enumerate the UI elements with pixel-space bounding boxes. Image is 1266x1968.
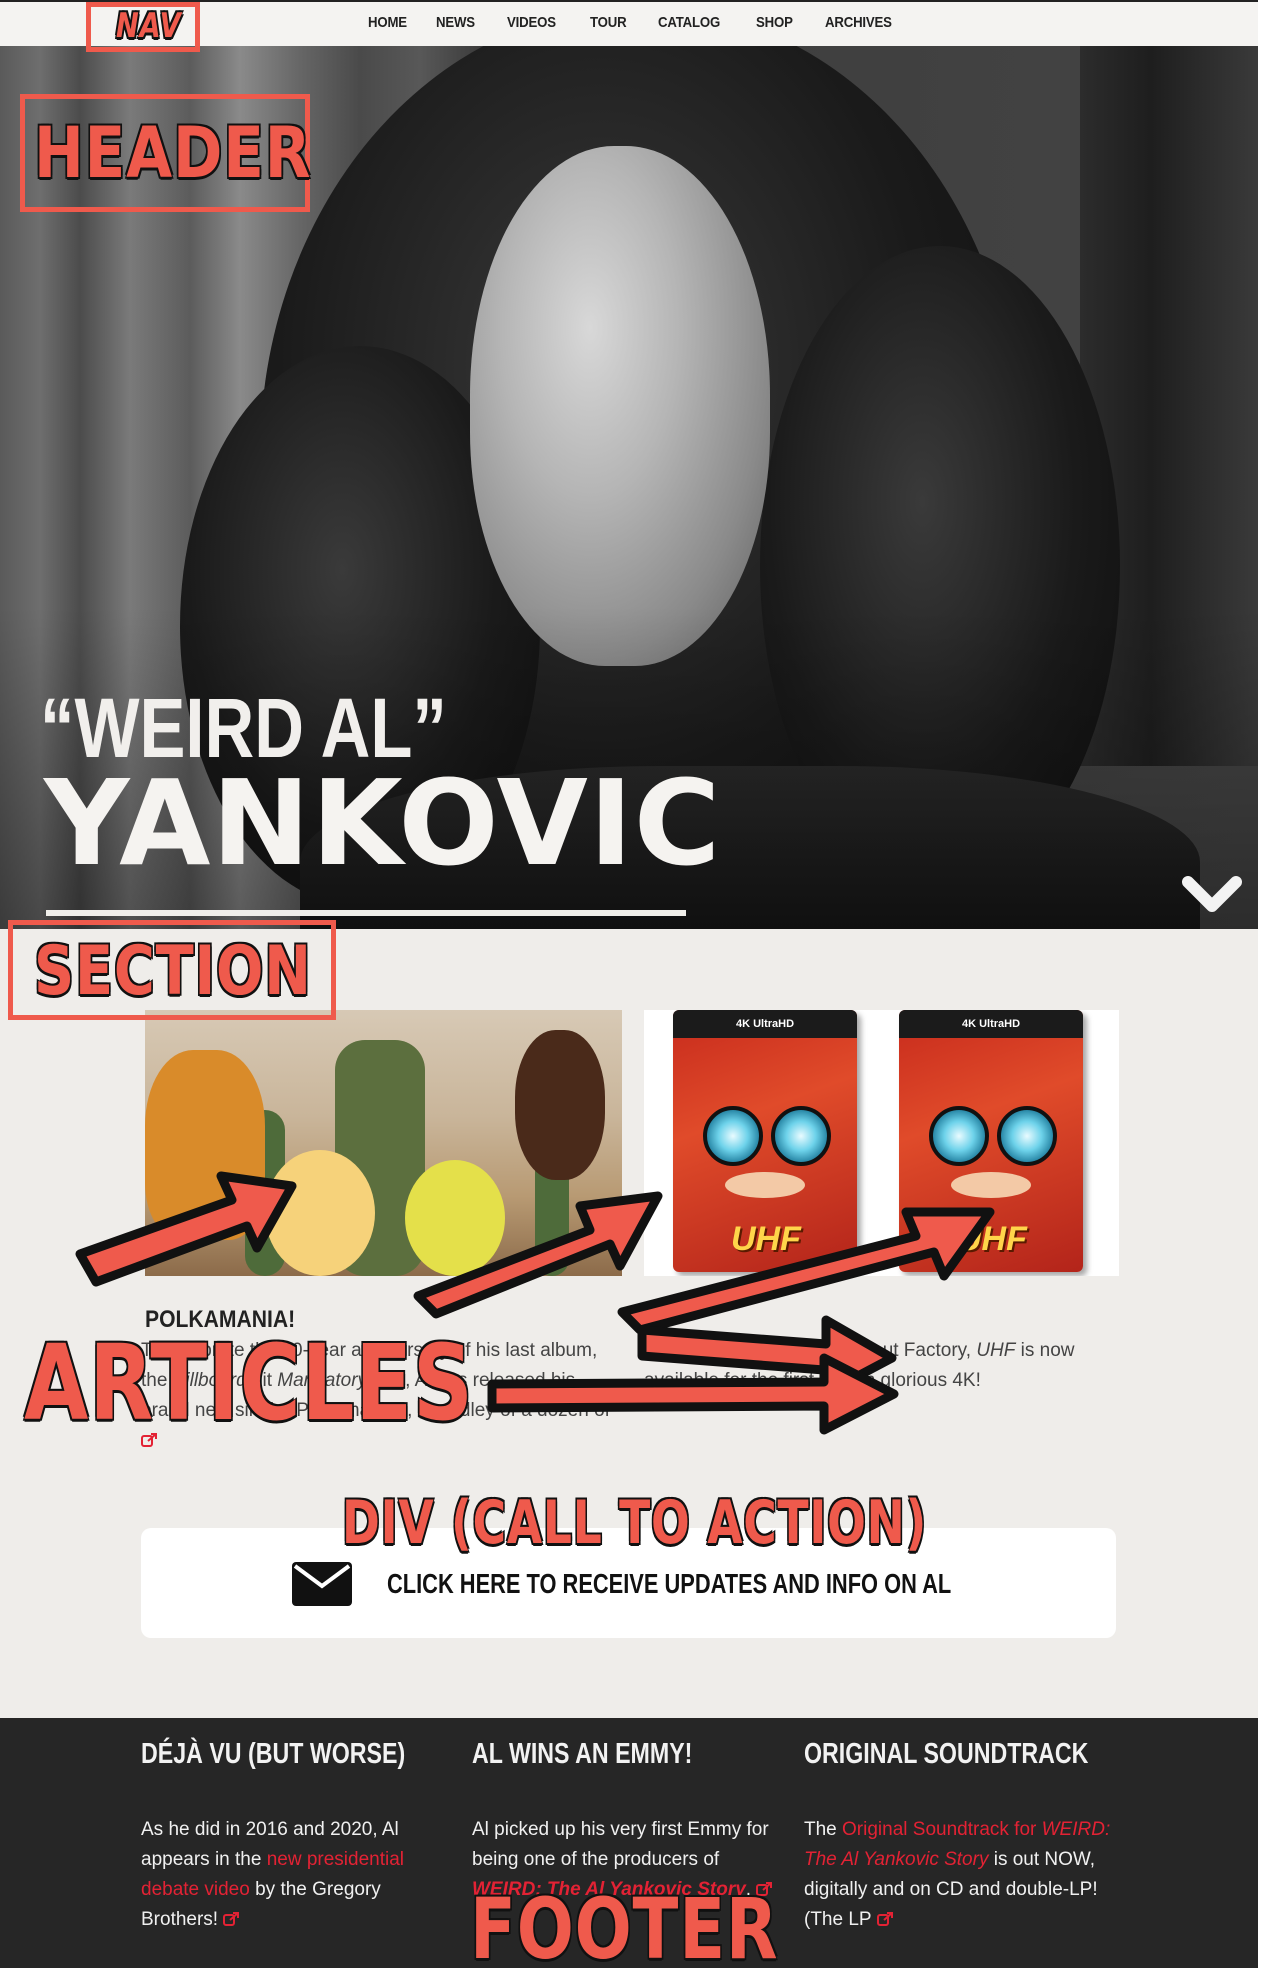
cartoon-character-left bbox=[145, 1050, 265, 1240]
annotation-nav-label: NAV bbox=[116, 6, 182, 46]
article-text-italic: UHF bbox=[976, 1340, 1016, 1361]
footer-column-text: The Original Soundtrack for WEIRD: The A… bbox=[804, 1815, 1114, 1935]
article-image-uhf[interactable]: 4K UltraHD UHF 4K UltraHD UHF bbox=[644, 1010, 1119, 1276]
footer-column-text: As he did in 2016 and 2020, Al appears i… bbox=[141, 1815, 451, 1935]
annotation-header-label: HEADER bbox=[34, 112, 312, 194]
box-label: 4K UltraHD bbox=[673, 1010, 857, 1038]
box-title: UHF bbox=[731, 1220, 801, 1258]
cartoon-character-yellow bbox=[405, 1160, 505, 1276]
glasses-lens-right bbox=[771, 1106, 831, 1166]
box-title: UHF bbox=[957, 1220, 1027, 1258]
envelope-icon bbox=[292, 1562, 352, 1606]
box-face bbox=[951, 1172, 1031, 1198]
glasses-lens-left bbox=[703, 1106, 763, 1166]
footer-column-title: DÉJÀ VU (BUT WORSE) bbox=[141, 1738, 406, 1770]
annotation-footer-label: FOOTER bbox=[470, 1880, 779, 1968]
external-link-icon[interactable] bbox=[876, 1912, 893, 1926]
annotation-div-label: DIV (CALL TO ACTION) bbox=[342, 1488, 928, 1558]
footer-column-title: AL WINS AN EMMY! bbox=[472, 1738, 693, 1770]
cartoon-character-blonde bbox=[265, 1150, 375, 1276]
footer-column-title: ORIGINAL SOUNDTRACK bbox=[804, 1738, 1089, 1770]
footer-column-deja-vu: DÉJÀ VU (BUT WORSE) As he did in 2016 an… bbox=[141, 1738, 451, 1935]
footer-text-part: Al picked up his very first Emmy for bei… bbox=[472, 1819, 769, 1870]
puppet-character bbox=[515, 1030, 605, 1180]
glasses-lens-left bbox=[929, 1106, 989, 1166]
footer-link-soundtrack[interactable]: Original Soundtrack for bbox=[842, 1819, 1042, 1840]
footer-text-part: The bbox=[804, 1819, 843, 1840]
box-face bbox=[725, 1172, 805, 1198]
nav-item-videos[interactable]: VIDEOS bbox=[507, 14, 556, 31]
annotation-section-label: SECTION bbox=[34, 932, 312, 1011]
annotation-articles-label: ARTICLES bbox=[24, 1322, 474, 1444]
nav-item-shop[interactable]: SHOP bbox=[756, 14, 793, 31]
glasses-lens-right bbox=[997, 1106, 1057, 1166]
bluray-box-back: 4K UltraHD UHF bbox=[899, 1010, 1083, 1272]
external-link-icon[interactable] bbox=[223, 1912, 240, 1926]
nav-item-home[interactable]: HOME bbox=[368, 14, 407, 31]
hero-portrait-face bbox=[470, 146, 770, 666]
nav-item-archives[interactable]: ARCHIVES bbox=[825, 14, 892, 31]
box-label: 4K UltraHD bbox=[899, 1010, 1083, 1038]
cta-label: CLICK HERE TO RECEIVE UPDATES AND INFO O… bbox=[387, 1568, 952, 1599]
article-text-part: Thanks to our friends at Shout Factory, bbox=[644, 1340, 977, 1361]
bluray-box-front: 4K UltraHD UHF bbox=[673, 1010, 857, 1272]
hero-underline bbox=[46, 910, 686, 916]
chevron-down-icon[interactable] bbox=[1182, 872, 1242, 920]
nav-item-catalog[interactable]: CATALOG bbox=[658, 14, 720, 31]
nav-item-news[interactable]: NEWS bbox=[436, 14, 475, 31]
article-image-polkamania[interactable] bbox=[145, 1010, 622, 1276]
hero-title-line2: YANKOVIC bbox=[44, 754, 722, 892]
nav-list: HOME NEWS VIDEOS TOUR CATALOG SHOP ARCHI… bbox=[368, 14, 928, 31]
footer-column-soundtrack: ORIGINAL SOUNDTRACK The Original Soundtr… bbox=[804, 1738, 1114, 1935]
article-text: Thanks to our friends at Shout Factory, … bbox=[644, 1336, 1120, 1396]
page: HOME NEWS VIDEOS TOUR CATALOG SHOP ARCHI… bbox=[0, 0, 1258, 1968]
nav-item-tour[interactable]: TOUR bbox=[590, 14, 627, 31]
